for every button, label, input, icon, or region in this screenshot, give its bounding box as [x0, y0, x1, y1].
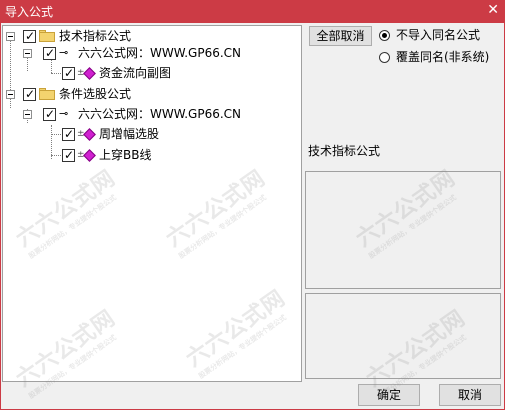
folder-icon	[39, 30, 55, 42]
checkbox[interactable]	[43, 106, 56, 122]
title-bar: 导入公式 ✕	[0, 0, 505, 22]
tree-source-1[interactable]: ⊸ 六六公式网：WWW.GP66.CN	[3, 45, 293, 61]
formula-icon	[83, 128, 96, 141]
checkbox[interactable]	[23, 28, 36, 44]
key-icon: ⊸	[59, 46, 69, 59]
collapse-icon[interactable]	[6, 32, 15, 41]
group-label: 条件选股公式	[59, 87, 132, 101]
checkbox[interactable]	[23, 86, 36, 102]
radio-button[interactable]	[379, 52, 390, 63]
radio-label: 覆盖同名(非系统)	[396, 50, 490, 64]
tree-item[interactable]: ± 周增幅选股	[3, 126, 293, 142]
section-label: 技术指标公式	[308, 144, 381, 158]
collapse-icon[interactable]	[6, 90, 15, 99]
window-title: 导入公式	[5, 5, 54, 19]
close-icon[interactable]: ✕	[487, 2, 499, 18]
checkbox[interactable]	[62, 126, 75, 142]
formula-tree[interactable]: 技术指标公式 ⊸ 六六公式网：WWW.GP66.CN ± 资金流向副图 条件选股…	[2, 25, 302, 382]
radio-overwrite[interactable]: 覆盖同名(非系统)	[379, 49, 503, 65]
tree-group-1[interactable]: 技术指标公式	[3, 28, 293, 44]
formula-icon	[83, 67, 96, 80]
radio-no-import[interactable]: 不导入同名公式	[379, 27, 499, 43]
cancel-all-button[interactable]: 全部取消	[309, 26, 372, 46]
radio-label: 不导入同名公式	[396, 28, 481, 42]
tree-group-2[interactable]: 条件选股公式	[3, 86, 293, 102]
source-label: 六六公式网：WWW.GP66.CN	[78, 46, 242, 60]
checkbox[interactable]	[62, 147, 75, 163]
radio-button[interactable]	[379, 30, 390, 41]
group-label: 技术指标公式	[59, 29, 132, 43]
checkbox[interactable]	[62, 65, 75, 81]
ok-button[interactable]: 确定	[358, 384, 420, 406]
tree-source-2[interactable]: ⊸ 六六公式网：WWW.GP66.CN	[3, 106, 293, 122]
key-icon: ⊸	[59, 107, 69, 120]
detail-panel	[305, 293, 501, 379]
source-label: 六六公式网：WWW.GP66.CN	[78, 107, 242, 121]
description-panel	[305, 171, 501, 289]
item-label: 周增幅选股	[99, 127, 160, 141]
folder-icon	[39, 88, 55, 100]
formula-icon	[83, 149, 96, 162]
item-label: 资金流向副图	[99, 66, 172, 80]
collapse-icon[interactable]	[23, 110, 32, 119]
tree-item[interactable]: ± 资金流向副图	[3, 65, 293, 81]
item-label: 上穿BB线	[99, 148, 152, 162]
tree-item[interactable]: ± 上穿BB线	[3, 147, 293, 163]
collapse-icon[interactable]	[23, 49, 32, 58]
cancel-button[interactable]: 取消	[439, 384, 501, 406]
checkbox[interactable]	[43, 45, 56, 61]
